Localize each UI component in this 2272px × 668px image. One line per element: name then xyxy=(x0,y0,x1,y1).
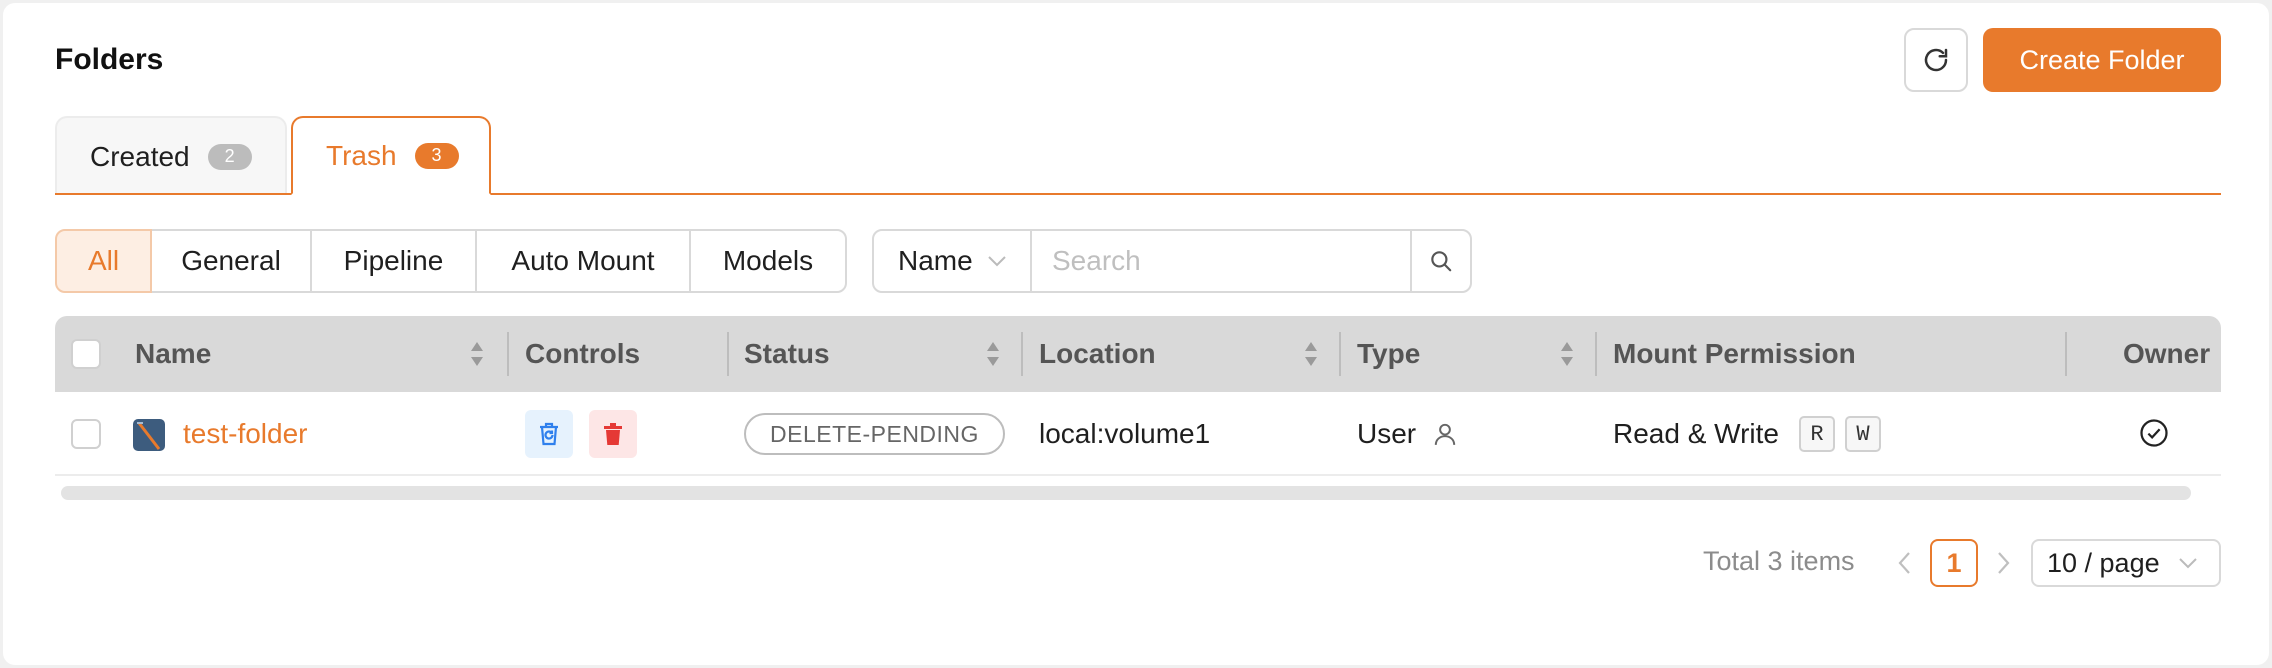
filter-all[interactable]: All xyxy=(55,229,152,293)
tab-trash-label: Trash xyxy=(326,139,397,171)
column-separator xyxy=(1339,332,1341,376)
filter-pipeline[interactable]: Pipeline xyxy=(310,229,477,293)
column-header-name[interactable]: Name xyxy=(135,316,211,392)
column-header-location[interactable]: Location xyxy=(1039,316,1156,392)
owner-check-icon xyxy=(2140,419,2168,447)
status-badge: DELETE-PENDING xyxy=(744,413,1005,455)
column-separator xyxy=(2065,332,2067,376)
folder-thumbnail-icon xyxy=(133,419,165,451)
tab-created-label: Created xyxy=(90,140,190,172)
prev-page-icon[interactable] xyxy=(1896,549,1914,577)
column-separator xyxy=(727,332,729,376)
filter-general[interactable]: General xyxy=(150,229,312,293)
column-header-mount-permission: Mount Permission xyxy=(1613,338,1856,369)
column-separator xyxy=(1021,332,1023,376)
column-separator xyxy=(1595,332,1597,376)
pagination-total: Total 3 items xyxy=(1703,546,1855,576)
location-value: local:volume1 xyxy=(1039,418,1211,449)
delete-forever-button[interactable] xyxy=(589,410,637,458)
folder-name-link[interactable]: test-folder xyxy=(183,418,308,450)
chevron-down-icon xyxy=(2178,558,2197,569)
horizontal-scrollbar[interactable] xyxy=(61,486,2191,500)
next-page-icon[interactable] xyxy=(1994,549,2012,577)
folders-card: Folders Create Folder Created 2 Trash 3 … xyxy=(3,3,2269,665)
create-folder-button[interactable]: Create Folder xyxy=(1983,28,2221,92)
sort-icon[interactable] xyxy=(985,340,1001,368)
tab-created-count-badge: 2 xyxy=(207,143,252,170)
chevron-down-icon xyxy=(987,256,1006,267)
permission-value: Read & Write xyxy=(1613,418,1779,449)
select-all-checkbox[interactable] xyxy=(71,339,101,369)
tab-trash-count-badge: 3 xyxy=(414,142,459,169)
page-size-value: 10 / page xyxy=(2047,547,2160,578)
sort-icon[interactable] xyxy=(1559,340,1575,368)
type-value: User xyxy=(1357,418,1417,449)
permission-read-flag: R xyxy=(1799,416,1835,452)
restore-button[interactable] xyxy=(525,410,573,458)
search-icon xyxy=(1431,251,1452,272)
row-checkbox[interactable] xyxy=(71,419,101,449)
table-row: test-folder DELETE-PENDING local:volume1… xyxy=(55,392,2221,476)
filter-models[interactable]: Models xyxy=(689,229,847,293)
column-header-type[interactable]: Type xyxy=(1357,316,1420,392)
search-field-select[interactable]: Name xyxy=(872,229,1032,293)
column-header-controls: Controls xyxy=(525,338,641,369)
page-number-current[interactable]: 1 xyxy=(1930,539,1978,587)
refresh-button[interactable] xyxy=(1904,28,1968,92)
page-size-select[interactable]: 10 / page xyxy=(2031,539,2221,587)
filter-auto-mount[interactable]: Auto Mount xyxy=(475,229,691,293)
search-input[interactable] xyxy=(1032,229,1410,293)
search-button[interactable] xyxy=(1410,229,1472,293)
page-title: Folders xyxy=(55,43,164,76)
tab-created[interactable]: Created 2 xyxy=(55,116,287,195)
column-header-owner: Owner xyxy=(2123,338,2211,369)
trash-icon xyxy=(604,423,622,445)
column-header-status[interactable]: Status xyxy=(744,316,830,392)
permission-write-flag: W xyxy=(1845,416,1881,452)
column-separator xyxy=(507,332,509,376)
refresh-icon xyxy=(1924,48,1948,72)
search-group: Name xyxy=(872,229,1472,293)
tab-trash[interactable]: Trash 3 xyxy=(291,116,491,195)
folder-type-filter: All General Pipeline Auto Mount Models xyxy=(55,229,847,293)
search-field-value: Name xyxy=(898,245,973,276)
restore-icon xyxy=(540,422,558,446)
table-header: Name Controls Status Location Type Mount… xyxy=(55,316,2221,392)
user-icon xyxy=(1434,423,1456,445)
sort-icon[interactable] xyxy=(469,340,485,368)
sort-icon[interactable] xyxy=(1303,340,1319,368)
